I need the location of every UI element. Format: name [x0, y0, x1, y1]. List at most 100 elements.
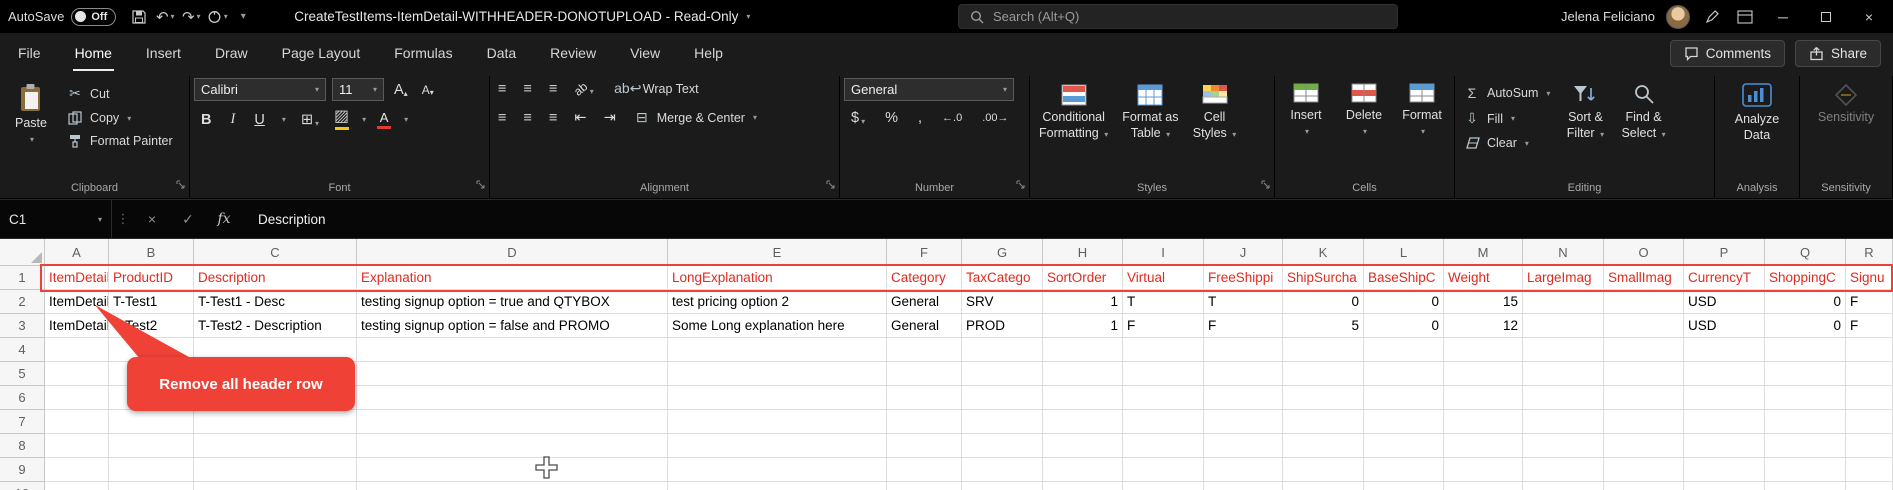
font-size-combo[interactable]: 11 ▾	[332, 78, 384, 101]
cell-N8[interactable]	[1523, 434, 1604, 458]
cell-P10[interactable]	[1684, 482, 1765, 490]
cell-P8[interactable]	[1684, 434, 1765, 458]
cell-P3[interactable]: USD	[1684, 314, 1765, 338]
font-size-dropdown-icon[interactable]: ▾	[373, 85, 377, 94]
cell-J10[interactable]	[1204, 482, 1283, 490]
cell-I1[interactable]: Virtual	[1123, 266, 1204, 290]
cell-F9[interactable]	[887, 458, 962, 482]
column-header-A[interactable]: A	[45, 239, 109, 266]
align-middle-button[interactable]: ≡	[519, 80, 535, 98]
cell-M9[interactable]	[1444, 458, 1523, 482]
align-center-button[interactable]: ≡	[519, 109, 535, 127]
wrap-text-button[interactable]: ab↩ Wrap Text	[614, 78, 703, 99]
cell-B3[interactable]: T-Test2	[109, 314, 194, 338]
clear-button[interactable]: Clear ▾	[1459, 134, 1554, 152]
cell-L9[interactable]	[1364, 458, 1444, 482]
cell-M7[interactable]	[1444, 410, 1523, 434]
cell-R6[interactable]	[1846, 386, 1893, 410]
cell-A7[interactable]	[45, 410, 109, 434]
column-header-P[interactable]: P	[1684, 239, 1765, 266]
orientation-button[interactable]: ab ▾	[570, 79, 597, 98]
cell-F2[interactable]: General	[887, 290, 962, 314]
column-header-I[interactable]: I	[1123, 239, 1204, 266]
cancel-icon[interactable]: ×	[134, 211, 170, 227]
cell-K10[interactable]	[1283, 482, 1364, 490]
cell-I9[interactable]	[1123, 458, 1204, 482]
cell-A3[interactable]: ItemDetail	[45, 314, 109, 338]
cell-Q8[interactable]	[1765, 434, 1846, 458]
cell-N5[interactable]	[1523, 362, 1604, 386]
tab-insert[interactable]: Insert	[144, 35, 183, 71]
cell-K4[interactable]	[1283, 338, 1364, 362]
cell-G7[interactable]	[962, 410, 1043, 434]
cell-R7[interactable]	[1846, 410, 1893, 434]
cell-I8[interactable]	[1123, 434, 1204, 458]
tab-home[interactable]: Home	[72, 35, 114, 71]
cell-C9[interactable]	[194, 458, 357, 482]
clear-dropdown-icon[interactable]: ▾	[1525, 139, 1529, 148]
delete-dropdown-icon[interactable]: ▾	[1363, 127, 1367, 137]
cell-P6[interactable]	[1684, 386, 1765, 410]
cell-H2[interactable]: 1	[1043, 290, 1123, 314]
cell-L2[interactable]: 0	[1364, 290, 1444, 314]
cell-F6[interactable]	[887, 386, 962, 410]
cell-O1[interactable]: SmallImag	[1604, 266, 1684, 290]
decrease-decimal-button[interactable]: .00→	[978, 111, 1012, 125]
fill-dropdown-icon[interactable]: ▾	[1511, 114, 1515, 123]
select-all-corner[interactable]	[0, 239, 45, 266]
increase-decimal-button[interactable]: ←.0	[938, 111, 966, 125]
cell-O2[interactable]	[1604, 290, 1684, 314]
insert-cells-button[interactable]: Insert ▾	[1279, 78, 1333, 139]
cell-I10[interactable]	[1123, 482, 1204, 490]
column-header-Q[interactable]: Q	[1765, 239, 1846, 266]
tab-draw[interactable]: Draw	[213, 35, 250, 71]
comma-style-button[interactable]: ,	[914, 109, 926, 127]
comments-button[interactable]: Comments	[1669, 39, 1785, 67]
cell-I3[interactable]: F	[1123, 314, 1204, 338]
paste-dropdown-icon[interactable]: ▾	[30, 135, 34, 145]
row-header-3[interactable]: 3	[0, 314, 45, 338]
cell-Q3[interactable]: 0	[1765, 314, 1846, 338]
cell-O9[interactable]	[1604, 458, 1684, 482]
column-header-K[interactable]: K	[1283, 239, 1364, 266]
column-header-J[interactable]: J	[1204, 239, 1283, 266]
cell-F8[interactable]	[887, 434, 962, 458]
cell-G10[interactable]	[962, 482, 1043, 490]
cell-L8[interactable]	[1364, 434, 1444, 458]
autosave-toggle[interactable]: AutoSave Off	[8, 7, 117, 26]
clipboard-dialog-launcher[interactable]	[176, 176, 185, 194]
cell-Q1[interactable]: ShoppingC	[1765, 266, 1846, 290]
minimize-button[interactable]: ─	[1767, 3, 1799, 30]
cell-F7[interactable]	[887, 410, 962, 434]
qat-tool-button[interactable]: ▾	[206, 4, 228, 30]
cell-E7[interactable]	[668, 410, 887, 434]
cell-R5[interactable]	[1846, 362, 1893, 386]
autosum-button[interactable]: Σ AutoSum ▾	[1459, 83, 1554, 103]
cell-O10[interactable]	[1604, 482, 1684, 490]
cell-J6[interactable]	[1204, 386, 1283, 410]
styles-dialog-launcher[interactable]	[1261, 176, 1270, 194]
tab-review[interactable]: Review	[548, 35, 598, 71]
format-dropdown-icon[interactable]: ▾	[1421, 127, 1425, 137]
cell-E4[interactable]	[668, 338, 887, 362]
number-dialog-launcher[interactable]	[1016, 176, 1025, 194]
row-header-10[interactable]: 10	[0, 482, 45, 490]
cell-H5[interactable]	[1043, 362, 1123, 386]
column-header-B[interactable]: B	[109, 239, 194, 266]
cell-R2[interactable]: F	[1846, 290, 1893, 314]
cell-N9[interactable]	[1523, 458, 1604, 482]
cell-E6[interactable]	[668, 386, 887, 410]
paste-button[interactable]: Paste ▾	[4, 78, 58, 147]
cell-A5[interactable]	[45, 362, 109, 386]
row-header-4[interactable]: 4	[0, 338, 45, 362]
font-color-button[interactable]: A	[377, 111, 392, 129]
cell-O7[interactable]	[1604, 410, 1684, 434]
fill-color-button[interactable]: ▨	[334, 109, 349, 130]
cell-A6[interactable]	[45, 386, 109, 410]
cell-R9[interactable]	[1846, 458, 1893, 482]
cell-R8[interactable]	[1846, 434, 1893, 458]
enter-icon[interactable]: ✓	[170, 211, 206, 228]
insert-dropdown-icon[interactable]: ▾	[1305, 127, 1309, 137]
cell-P4[interactable]	[1684, 338, 1765, 362]
find-select-dropdown-icon[interactable]: ▾	[1662, 130, 1666, 139]
